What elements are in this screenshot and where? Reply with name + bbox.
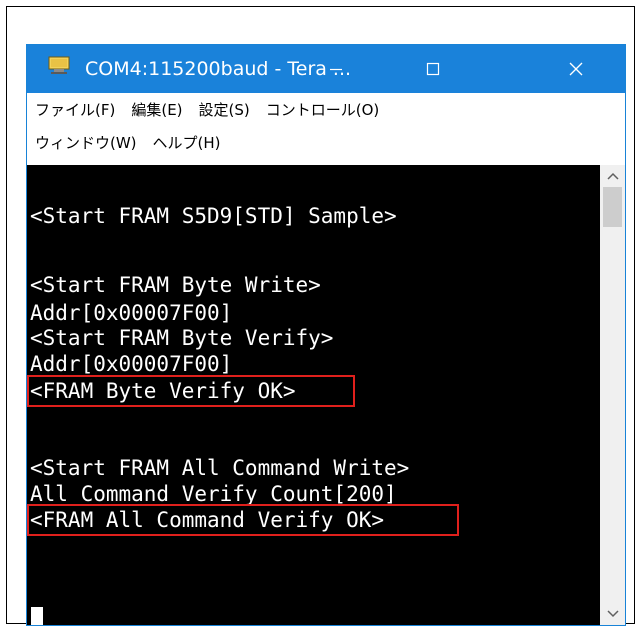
teraterm-app-icon	[48, 56, 70, 74]
terminal-line: <Start FRAM Byte Verify>	[30, 326, 334, 350]
highlight-box-byte-verify-ok	[27, 375, 355, 407]
terminal-line: Addr[0x00007F00]	[30, 301, 233, 325]
terminal-line: <Start FRAM All Command Write>	[30, 456, 410, 480]
terminal-line: Addr[0x00007F00]	[30, 352, 233, 376]
maximize-icon	[426, 62, 440, 76]
menu-control[interactable]: コントロール(O)	[258, 95, 388, 125]
menu-window[interactable]: ウィンドウ(W)	[27, 128, 145, 158]
scroll-up-arrow-icon	[606, 172, 619, 180]
terminal-line: <Start FRAM S5D9[STD] Sample>	[30, 204, 397, 228]
terminal-cursor	[31, 607, 43, 625]
terminal-output[interactable]: <Start FRAM S5D9[STD] Sample> <Start FRA…	[27, 165, 600, 625]
scroll-up-button[interactable]	[600, 165, 625, 187]
menu-file[interactable]: ファイル(F)	[27, 95, 123, 125]
menu-edit[interactable]: 編集(E)	[123, 95, 190, 125]
title-bar[interactable]: COM4:115200baud - Tera ...	[27, 45, 625, 93]
maximize-button[interactable]	[402, 45, 464, 93]
menu-row-1: ファイル(F) 編集(E) 設定(S) コントロール(O)	[27, 95, 387, 125]
minimize-icon	[330, 68, 342, 71]
menu-setup[interactable]: 設定(S)	[191, 95, 258, 125]
vertical-scrollbar[interactable]	[600, 165, 625, 625]
highlight-box-command-verify-ok	[27, 504, 459, 536]
scroll-down-arrow-icon	[606, 610, 619, 618]
close-icon	[569, 62, 583, 76]
minimize-button[interactable]	[305, 45, 367, 93]
terminal-line: <Start FRAM Byte Write>	[30, 273, 321, 297]
close-button[interactable]	[545, 45, 607, 93]
scroll-thumb[interactable]	[603, 187, 622, 227]
menu-help[interactable]: ヘルプ(H)	[145, 128, 229, 158]
teraterm-window: COM4:115200baud - Tera ... ファイル(F) 編集(E)…	[26, 44, 626, 626]
menu-row-2: ウィンドウ(W) ヘルプ(H)	[27, 128, 229, 158]
scroll-down-button[interactable]	[600, 603, 625, 625]
menu-bar: ファイル(F) 編集(E) 設定(S) コントロール(O) ウィンドウ(W) ヘ…	[27, 93, 625, 165]
